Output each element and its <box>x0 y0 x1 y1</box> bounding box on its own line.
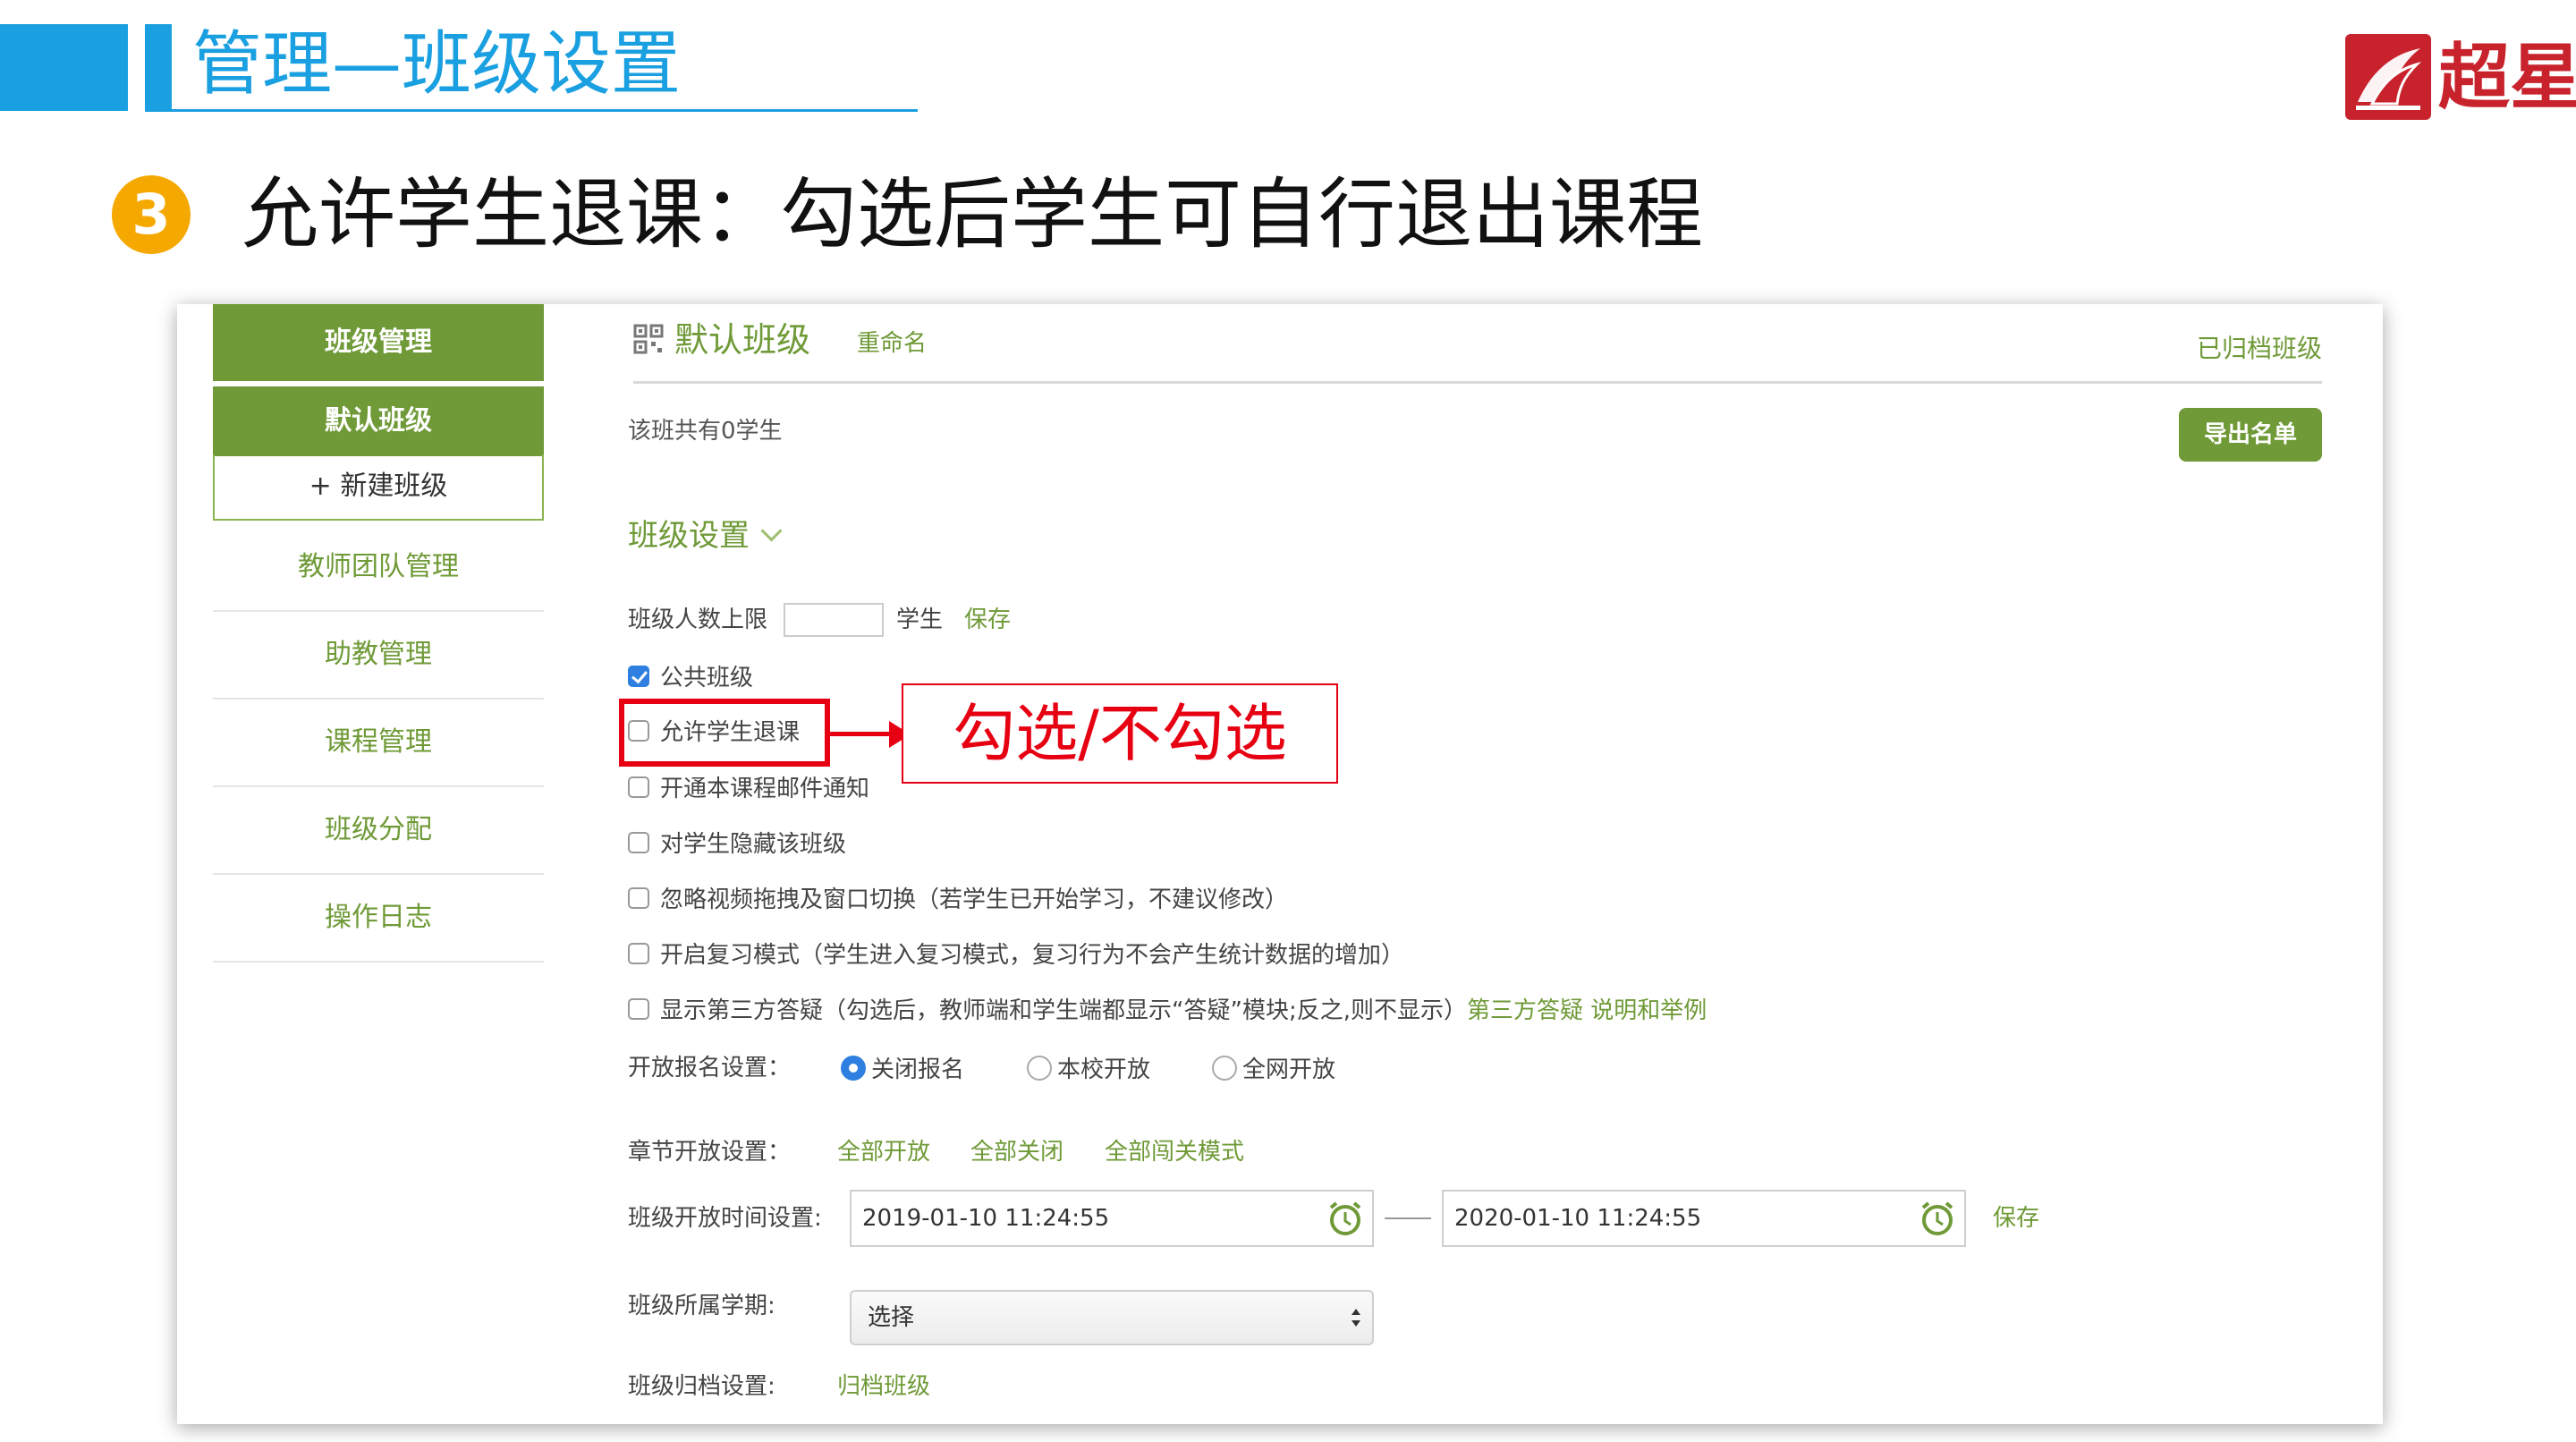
class-settings-panel: 班级管理 默认班级 + 新建班级 教师团队管理 助教管理 课程管理 班级分配 操… <box>177 304 2383 1424</box>
chevron-down-icon <box>760 520 783 542</box>
sidebar-item-class-assign[interactable]: 班级分配 <box>213 787 544 875</box>
settings-section-label: 班级设置 <box>628 518 750 554</box>
chaoxing-logo: 超星 <box>2345 30 2576 123</box>
open-time-end-input[interactable]: 2020-01-10 11:24:55 <box>1442 1190 1966 1247</box>
public-class-option[interactable]: 公共班级 <box>628 660 753 696</box>
sidebar-item-course[interactable]: 课程管理 <box>213 700 544 787</box>
capacity-save-link[interactable]: 保存 <box>964 602 1011 638</box>
logo-text: 超星 <box>2438 35 2576 119</box>
chapter-open-all-link[interactable]: 全部开放 <box>837 1134 930 1170</box>
slide-title: 管理—班级设置 <box>192 24 682 105</box>
public-class-label: 公共班级 <box>660 665 754 691</box>
open-time-save-link[interactable]: 保存 <box>1993 1200 2039 1236</box>
open-time-label: 班级开放时间设置: <box>628 1205 822 1232</box>
email-notify-checkbox[interactable] <box>628 776 649 798</box>
archive-class-link[interactable]: 归档班级 <box>837 1369 930 1404</box>
highlight-box <box>619 699 830 767</box>
email-notify-option[interactable]: 开通本课程邮件通知 <box>628 771 869 807</box>
enroll-radio-school[interactable]: 本校开放 <box>1027 1052 1150 1088</box>
capacity-input[interactable] <box>784 603 884 637</box>
chapter-level-mode-link[interactable]: 全部闯关模式 <box>1105 1134 1244 1170</box>
hide-class-label: 对学生隐藏该班级 <box>660 831 847 858</box>
annotation-arrow-line <box>830 732 891 736</box>
capacity-unit: 学生 <box>896 606 944 633</box>
open-time-start-input[interactable]: 2019-01-10 11:24:55 <box>850 1190 1374 1247</box>
alarm-clock-icon[interactable] <box>1918 1199 1957 1238</box>
capacity-label: 班级人数上限 <box>628 606 768 633</box>
third-party-qa-help-link[interactable]: 第三方答疑 说明和举例 <box>1467 997 1707 1024</box>
select-updown-icon <box>1352 1309 1360 1327</box>
settings-section-title[interactable]: 班级设置 <box>628 513 783 558</box>
archived-classes-link[interactable]: 已归档班级 <box>2197 331 2322 367</box>
export-list-button[interactable]: 导出名单 <box>2179 408 2322 462</box>
archive-label: 班级归档设置: <box>628 1373 775 1400</box>
ignore-video-drag-label: 忽略视频拖拽及窗口切换（若学生已开始学习，不建议修改） <box>660 886 1289 913</box>
sidebar-item-operation-log[interactable]: 操作日志 <box>213 875 544 963</box>
radio-icon[interactable] <box>1212 1055 1237 1081</box>
enroll-label: 开放报名设置： <box>628 1055 792 1082</box>
qr-code-icon[interactable] <box>633 324 664 354</box>
open-time-end-value: 2020-01-10 11:24:55 <box>1454 1205 1702 1232</box>
ignore-video-drag-checkbox[interactable] <box>628 886 649 909</box>
email-notify-label: 开通本课程邮件通知 <box>660 776 870 802</box>
header-accent-bar <box>0 24 128 111</box>
hide-class-checkbox[interactable] <box>628 831 649 853</box>
third-party-qa-checkbox[interactable] <box>628 997 649 1020</box>
ignore-video-drag-option[interactable]: 忽略视频拖拽及窗口切换（若学生已开始学习，不建议修改） <box>628 882 1288 918</box>
open-time-start-value: 2019-01-10 11:24:55 <box>862 1205 1110 1232</box>
term-select-value: 选择 <box>868 1304 915 1331</box>
term-label: 班级所属学期: <box>628 1293 775 1319</box>
enroll-option-label: 关闭报名 <box>871 1056 965 1083</box>
title-divider <box>633 381 2322 384</box>
review-mode-checkbox[interactable] <box>628 942 649 964</box>
header-underline <box>145 109 918 112</box>
sidebar-header: 班级管理 <box>213 304 544 381</box>
annotation-callout: 勾选/不勾选 <box>902 683 1338 784</box>
enroll-option-label: 本校开放 <box>1057 1056 1151 1083</box>
new-class-button[interactable]: + 新建班级 <box>213 454 544 521</box>
hide-class-option[interactable]: 对学生隐藏该班级 <box>628 827 846 862</box>
date-range-separator <box>1385 1217 1431 1219</box>
step-number-badge: 3 <box>112 175 191 254</box>
enroll-option-label: 全网开放 <box>1242 1056 1336 1083</box>
chapter-open-label: 章节开放设置： <box>628 1139 792 1166</box>
sidebar-item-teacher-team[interactable]: 教师团队管理 <box>213 524 544 612</box>
review-mode-label: 开启复习模式（学生进入复习模式，复习行为不会产生统计数据的增加） <box>660 942 1405 969</box>
class-name-title: 默认班级 <box>674 320 811 360</box>
enroll-radio-closed[interactable]: 关闭报名 <box>841 1052 964 1088</box>
rename-link[interactable]: 重命名 <box>857 326 927 361</box>
sidebar-item-assistant[interactable]: 助教管理 <box>213 612 544 700</box>
student-count-text: 该班共有0学生 <box>628 418 783 445</box>
header-accent-bar-thin <box>145 24 172 111</box>
review-mode-option[interactable]: 开启复习模式（学生进入复习模式，复习行为不会产生统计数据的增加） <box>628 937 1404 973</box>
radio-icon[interactable] <box>1027 1055 1052 1081</box>
public-class-checkbox[interactable] <box>628 665 649 687</box>
step-title: 允许学生退课：勾选后学生可自行退出课程 <box>242 170 1703 259</box>
chapter-close-all-link[interactable]: 全部关闭 <box>970 1134 1063 1170</box>
enroll-radio-public[interactable]: 全网开放 <box>1212 1052 1335 1088</box>
logo-mark-icon <box>2345 34 2431 120</box>
third-party-qa-label: 显示第三方答疑（勾选后，教师端和学生端都显示“答疑”模块;反之,则不显示） <box>660 997 1467 1024</box>
third-party-qa-option[interactable]: 显示第三方答疑（勾选后，教师端和学生端都显示“答疑”模块;反之,则不显示）第三方… <box>628 993 1707 1029</box>
sidebar-item-default-class[interactable]: 默认班级 <box>213 386 544 456</box>
radio-selected-icon[interactable] <box>841 1055 866 1081</box>
term-select[interactable]: 选择 <box>850 1290 1374 1345</box>
alarm-clock-icon[interactable] <box>1326 1199 1365 1238</box>
